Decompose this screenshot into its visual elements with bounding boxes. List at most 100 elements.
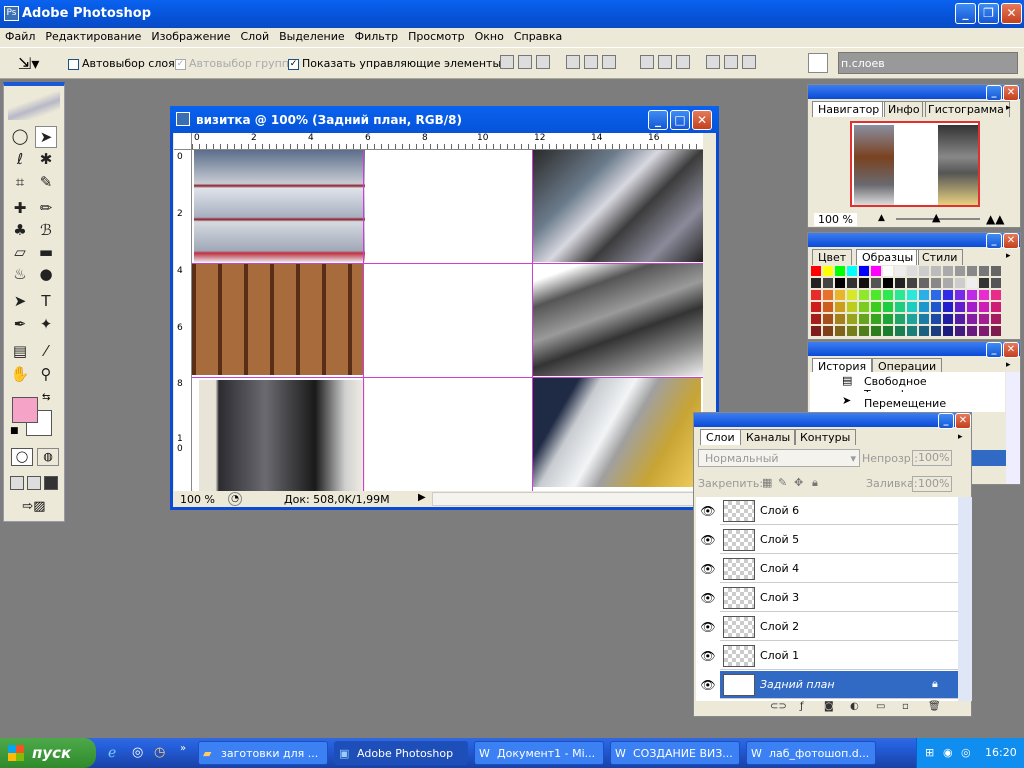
color-swatch[interactable] (811, 314, 821, 324)
panel-minimize-button[interactable]: _ (986, 85, 1002, 101)
color-swatch[interactable] (967, 290, 977, 300)
color-swatch[interactable] (979, 290, 989, 300)
menu-edit[interactable]: Редактирование (40, 28, 146, 43)
eye-icon[interactable]: 👁︎ (698, 642, 718, 670)
layer-style-icon[interactable]: ƒ (800, 701, 804, 712)
lock-transparency-icon[interactable]: ▦ (762, 476, 772, 489)
menu-filter[interactable]: Фильтр (350, 28, 404, 43)
history-selected-row[interactable] (968, 450, 1006, 466)
photo-keyboards[interactable] (533, 150, 703, 262)
eye-icon[interactable]: 👁︎ (698, 526, 718, 554)
panel-close-button[interactable]: ✕ (955, 413, 971, 429)
color-swatch[interactable] (871, 266, 881, 276)
slice-tool-icon[interactable]: ✎ (35, 172, 57, 194)
marquee-tool-icon[interactable]: ◯ (9, 126, 31, 148)
doc-zoom-field[interactable]: 100 % (180, 493, 215, 506)
volume-icon[interactable]: ◉ (943, 746, 953, 759)
eyedropper-icon[interactable]: ⁄ (35, 341, 57, 363)
brush-tool-icon[interactable]: ✏ (35, 198, 57, 220)
tab-histogram[interactable]: Гистограмма (922, 101, 1010, 117)
align-left-icon[interactable] (566, 55, 580, 69)
align-vcenter-icon[interactable] (518, 55, 532, 69)
menu-layer[interactable]: Слой (236, 28, 275, 43)
swatch-grid[interactable] (811, 266, 1003, 339)
color-swatch[interactable] (991, 290, 1001, 300)
color-swatch[interactable] (919, 326, 929, 336)
history-scrollbar[interactable] (1006, 372, 1020, 484)
zoom-tool-icon[interactable]: ⚲ (35, 364, 57, 386)
color-swatch[interactable] (823, 290, 833, 300)
menu-window[interactable]: Окно (470, 28, 509, 43)
color-swatch[interactable] (883, 278, 893, 288)
menu-file[interactable]: Файл (0, 28, 40, 43)
menu-select[interactable]: Выделение (274, 28, 350, 43)
layer-row[interactable]: Слой 4 (720, 555, 958, 583)
color-swatch[interactable] (847, 266, 857, 276)
document-canvas[interactable] (192, 150, 703, 491)
color-swatch[interactable] (811, 290, 821, 300)
lock-all-icon[interactable]: 🔒︎ (812, 476, 818, 490)
tab-styles[interactable]: Стили (916, 249, 964, 265)
link-layers-icon[interactable]: ⊂⊃ (770, 701, 787, 712)
gradient-tool-icon[interactable]: ▬ (35, 242, 57, 264)
color-swatch[interactable] (811, 278, 821, 288)
zoom-slider-handle[interactable]: ▲ (932, 211, 940, 224)
jump-to-imageready-icon[interactable]: ⇨▨ (12, 499, 56, 519)
align-right-icon[interactable] (602, 55, 616, 69)
color-swatch[interactable] (847, 314, 857, 324)
menu-view[interactable]: Просмотр (403, 28, 469, 43)
color-swatch[interactable] (931, 266, 941, 276)
color-swatch[interactable] (907, 266, 917, 276)
color-swatch[interactable] (811, 266, 821, 276)
clone-stamp-icon[interactable]: ♣ (9, 220, 31, 242)
doc-close-button[interactable]: ✕ (692, 110, 712, 130)
eraser-tool-icon[interactable]: ▱ (9, 242, 31, 264)
zoom-in-icon[interactable]: ▲▲ (986, 212, 1004, 226)
align-bottom-icon[interactable] (536, 55, 550, 69)
color-swatch[interactable] (955, 314, 965, 324)
color-swatch[interactable] (955, 290, 965, 300)
panel-minimize-button[interactable]: _ (938, 413, 954, 429)
color-swatch[interactable] (823, 326, 833, 336)
palette-well-tab[interactable]: п.слоев (841, 57, 885, 70)
tab-paths[interactable]: Контуры (794, 429, 857, 445)
standard-mode-icon[interactable]: ◯ (11, 448, 33, 466)
color-swatch[interactable] (895, 278, 905, 288)
quick-mask-icon[interactable]: ◍ (37, 448, 59, 466)
status-arrow-icon[interactable]: ▶ (418, 492, 426, 503)
panel-menu-icon[interactable]: ▸ (1006, 360, 1011, 370)
history-item[interactable]: ➤ Перемещение (810, 392, 1005, 412)
default-colors-icon[interactable]: ■ (10, 426, 19, 436)
panel-close-button[interactable]: ✕ (1003, 85, 1019, 101)
color-swatch[interactable] (943, 314, 953, 324)
color-swatch[interactable] (859, 314, 869, 324)
task-word-lab[interactable]: Wлаб_фотошоп.d... (746, 741, 876, 765)
menu-help[interactable]: Справка (509, 28, 567, 43)
layer-row-background[interactable]: Задний план 🔒︎ (720, 671, 958, 699)
align-hcenter-icon[interactable] (584, 55, 598, 69)
color-swatch[interactable] (931, 314, 941, 324)
screen-mode-full-icon[interactable] (44, 476, 58, 490)
color-swatch[interactable] (859, 278, 869, 288)
color-swatch[interactable] (823, 302, 833, 312)
color-swatch[interactable] (955, 266, 965, 276)
fill-field[interactable]: 100% (912, 476, 952, 492)
color-swatch[interactable] (919, 266, 929, 276)
panel-menu-icon[interactable]: ▸ (1006, 251, 1011, 261)
color-swatch[interactable] (967, 314, 977, 324)
color-swatch[interactable] (823, 266, 833, 276)
color-swatch[interactable] (835, 314, 845, 324)
color-swatch[interactable] (883, 290, 893, 300)
color-swatch[interactable] (919, 314, 929, 324)
dodge-tool-icon[interactable]: ● (35, 264, 57, 286)
eye-icon[interactable]: 👁︎ (698, 497, 718, 525)
color-swatch[interactable] (919, 290, 929, 300)
minimize-button[interactable]: _ (955, 3, 976, 24)
color-swatch[interactable] (979, 266, 989, 276)
color-swatch[interactable] (967, 302, 977, 312)
color-swatch[interactable] (907, 302, 917, 312)
path-selection-icon[interactable]: ➤ (9, 291, 31, 313)
eye-icon[interactable]: 👁︎ (698, 555, 718, 583)
foreground-color-swatch[interactable] (12, 397, 38, 423)
doc-minimize-button[interactable]: _ (648, 110, 668, 130)
